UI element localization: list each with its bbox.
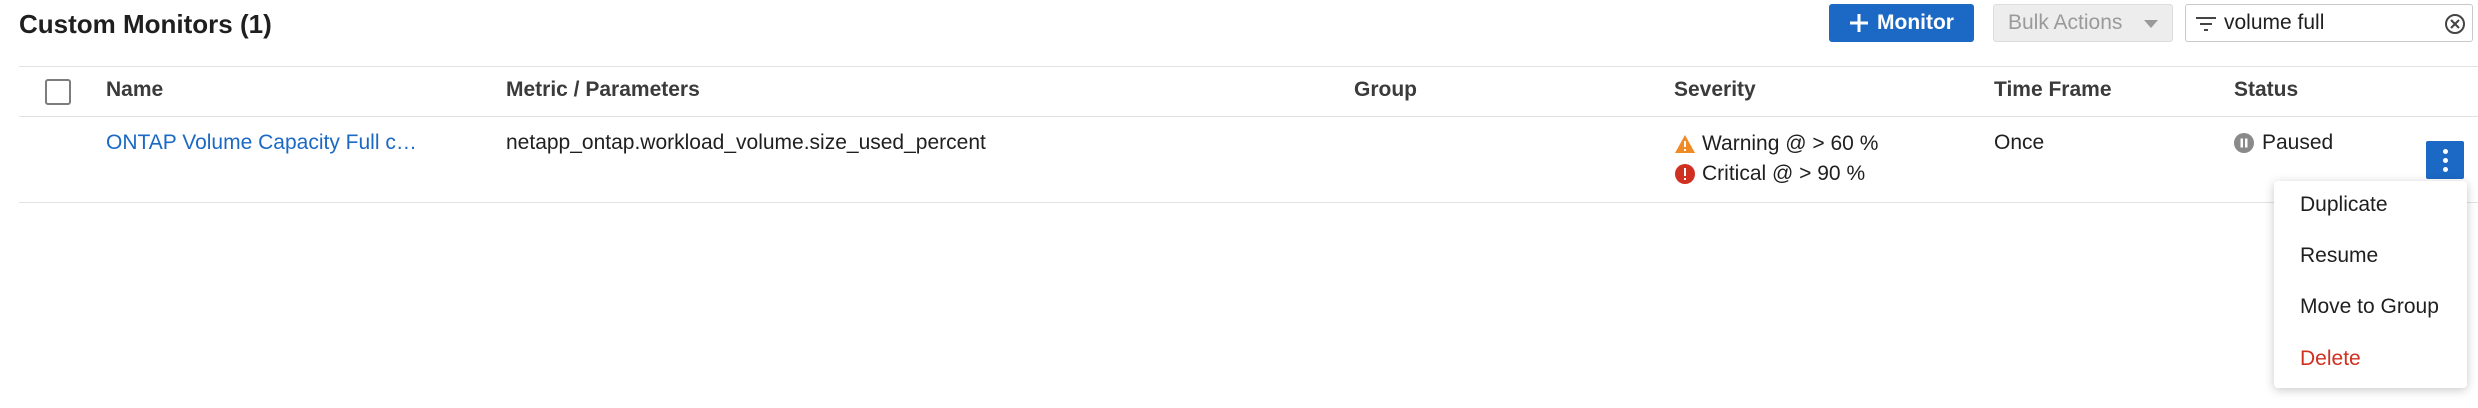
menu-item-move-to-group[interactable]: Move to Group: [2300, 295, 2439, 319]
chevron-down-icon: [2144, 20, 2158, 28]
column-header-group[interactable]: Group: [1354, 78, 1417, 102]
plus-icon: [1850, 14, 1868, 32]
filter-box: [2185, 4, 2473, 42]
severity-critical: Critical @ > 90 %: [1674, 159, 1878, 189]
warning-icon: [1675, 135, 1695, 153]
severity-warning: Warning @ > 60 %: [1674, 129, 1878, 159]
time-frame-cell: Once: [1994, 131, 2045, 154]
add-monitor-label: Monitor: [1877, 11, 1954, 34]
status-label: Paused: [2262, 131, 2334, 154]
menu-item-delete[interactable]: Delete: [2300, 347, 2361, 371]
add-monitor-button[interactable]: Monitor: [1829, 4, 1974, 42]
filter-icon: [2196, 17, 2216, 31]
bulk-actions-label: Bulk Actions: [2008, 11, 2123, 34]
paused-icon: [2234, 133, 2254, 153]
monitor-name-link[interactable]: ONTAP Volume Capacity Full c…: [106, 129, 417, 157]
severity-cell: Warning @ > 60 % Critical @ > 90 %: [1674, 129, 1878, 189]
menu-item-resume[interactable]: Resume: [2300, 244, 2378, 268]
metric-cell: netapp_ontap.workload_volume.size_used_p…: [506, 131, 986, 154]
status-cell: Paused: [2234, 129, 2333, 157]
column-header-metric[interactable]: Metric / Parameters: [506, 78, 700, 102]
column-header-time-frame[interactable]: Time Frame: [1994, 78, 2112, 102]
row-divider: [19, 202, 2478, 203]
severity-warning-label: Warning @ > 60 %: [1702, 132, 1879, 155]
table-header: Name Metric / Parameters Group Severity …: [0, 67, 2478, 117]
severity-critical-label: Critical @ > 90 %: [1702, 162, 1866, 185]
filter-input[interactable]: [2224, 9, 2434, 37]
clear-circle-icon[interactable]: [2444, 13, 2466, 35]
select-all-checkbox[interactable]: [45, 79, 71, 105]
row-actions-menu: Duplicate Resume Move to Group Delete: [2274, 181, 2467, 388]
kebab-dot: [2442, 157, 2448, 163]
kebab-dot: [2442, 166, 2448, 172]
menu-item-duplicate[interactable]: Duplicate: [2300, 193, 2388, 217]
bulk-actions-dropdown[interactable]: Bulk Actions: [1993, 4, 2173, 42]
column-header-severity[interactable]: Severity: [1674, 78, 1756, 102]
row-actions-kebab-button[interactable]: [2426, 141, 2464, 179]
header-bottom-divider: [19, 116, 2478, 117]
column-header-status[interactable]: Status: [2234, 78, 2298, 102]
kebab-dot: [2442, 148, 2448, 154]
column-header-name[interactable]: Name: [106, 78, 163, 102]
critical-icon: [1675, 164, 1695, 184]
page-title: Custom Monitors (1): [19, 9, 272, 39]
